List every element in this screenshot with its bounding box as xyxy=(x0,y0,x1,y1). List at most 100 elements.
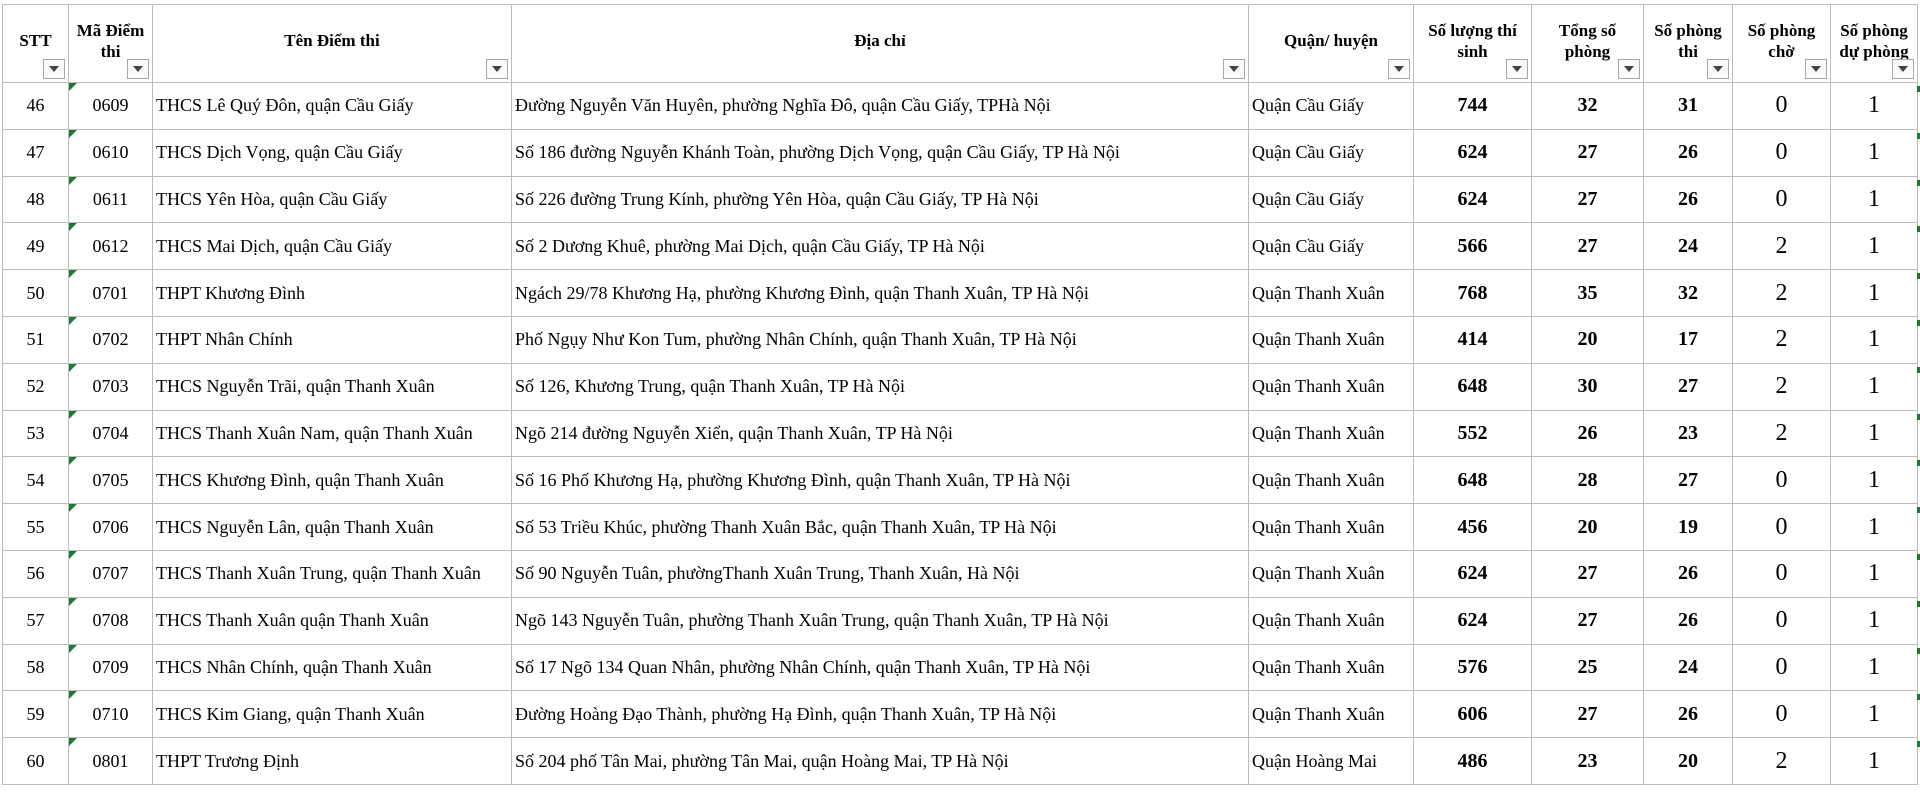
cell-so-phong-du-phong[interactable]: 1 xyxy=(1830,362,1918,411)
cell-quan-huyen[interactable]: Quận Thanh Xuân xyxy=(1248,503,1414,551)
filter-button[interactable] xyxy=(1388,59,1410,79)
cell-so-phong-thi[interactable]: 27 xyxy=(1643,362,1733,411)
cell-tong-so-phong[interactable]: 27 xyxy=(1531,222,1644,271)
cell-so-phong-du-phong[interactable]: 1 xyxy=(1830,503,1918,551)
cell-ma-diem-thi[interactable]: 0707 xyxy=(68,549,153,598)
cell-so-phong-du-phong[interactable]: 1 xyxy=(1830,409,1918,458)
cell-so-phong-du-phong[interactable]: 1 xyxy=(1830,128,1918,177)
cell-so-phong-thi[interactable]: 24 xyxy=(1643,643,1733,692)
cell-so-luong-thi-sinh[interactable]: 744 xyxy=(1413,82,1532,130)
cell-so-phong-cho[interactable]: 2 xyxy=(1732,737,1831,785)
cell-ten-diem-thi[interactable]: THCS Thanh Xuân Nam, quận Thanh Xuân xyxy=(152,409,512,458)
cell-dia-chi[interactable]: Số 204 phố Tân Mai, phường Tân Mai, quận… xyxy=(511,737,1249,785)
cell-so-phong-cho[interactable]: 0 xyxy=(1732,456,1831,505)
cell-dia-chi[interactable]: Ngõ 214 đường Nguyễn Xiển, quận Thanh Xu… xyxy=(511,409,1249,458)
cell-tong-so-phong[interactable]: 26 xyxy=(1531,409,1644,458)
cell-so-luong-thi-sinh[interactable]: 768 xyxy=(1413,269,1532,317)
cell-ten-diem-thi[interactable]: THCS Thanh Xuân quận Thanh Xuân xyxy=(152,596,512,645)
cell-dia-chi[interactable]: Số 126, Khương Trung, quận Thanh Xuân, T… xyxy=(511,362,1249,411)
cell-stt[interactable]: 60 xyxy=(2,737,69,785)
cell-ma-diem-thi[interactable]: 0701 xyxy=(68,269,153,317)
cell-so-phong-cho[interactable]: 2 xyxy=(1732,409,1831,458)
cell-dia-chi[interactable]: Số 2 Dương Khuê, phường Mai Dịch, quận C… xyxy=(511,222,1249,271)
cell-so-phong-thi[interactable]: 31 xyxy=(1643,82,1733,130)
cell-dia-chi[interactable]: Ngách 29/78 Khương Hạ, phường Khương Đìn… xyxy=(511,269,1249,317)
cell-stt[interactable]: 57 xyxy=(2,596,69,645)
cell-ten-diem-thi[interactable]: THCS Nguyễn Trãi, quận Thanh Xuân xyxy=(152,362,512,411)
cell-quan-huyen[interactable]: Quận Thanh Xuân xyxy=(1248,643,1414,692)
cell-so-phong-thi[interactable]: 26 xyxy=(1643,549,1733,598)
filter-button[interactable] xyxy=(1707,59,1729,79)
cell-tong-so-phong[interactable]: 23 xyxy=(1531,737,1644,785)
cell-quan-huyen[interactable]: Quận Thanh Xuân xyxy=(1248,269,1414,317)
cell-so-phong-du-phong[interactable]: 1 xyxy=(1830,269,1918,317)
cell-stt[interactable]: 56 xyxy=(2,549,69,598)
cell-ma-diem-thi[interactable]: 0709 xyxy=(68,643,153,692)
cell-so-phong-du-phong[interactable]: 1 xyxy=(1830,222,1918,271)
cell-ten-diem-thi[interactable]: THPT Trương Định xyxy=(152,737,512,785)
cell-so-phong-cho[interactable]: 2 xyxy=(1732,222,1831,271)
cell-so-phong-cho[interactable]: 0 xyxy=(1732,503,1831,551)
cell-dia-chi[interactable]: Đường Hoàng Đạo Thành, phường Hạ Đình, q… xyxy=(511,690,1249,739)
cell-so-phong-du-phong[interactable]: 1 xyxy=(1830,596,1918,645)
cell-tong-so-phong[interactable]: 25 xyxy=(1531,643,1644,692)
cell-quan-huyen[interactable]: Quận Thanh Xuân xyxy=(1248,596,1414,645)
cell-so-luong-thi-sinh[interactable]: 606 xyxy=(1413,690,1532,739)
cell-dia-chi[interactable]: Số 90 Nguyễn Tuân, phườngThanh Xuân Trun… xyxy=(511,549,1249,598)
cell-ma-diem-thi[interactable]: 0703 xyxy=(68,362,153,411)
cell-so-phong-cho[interactable]: 0 xyxy=(1732,82,1831,130)
cell-ma-diem-thi[interactable]: 0710 xyxy=(68,690,153,739)
cell-tong-so-phong[interactable]: 27 xyxy=(1531,596,1644,645)
cell-so-luong-thi-sinh[interactable]: 624 xyxy=(1413,596,1532,645)
cell-so-phong-thi[interactable]: 19 xyxy=(1643,503,1733,551)
cell-quan-huyen[interactable]: Quận Cầu Giấy xyxy=(1248,82,1414,130)
cell-ten-diem-thi[interactable]: THCS Yên Hòa, quận Cầu Giấy xyxy=(152,175,512,224)
cell-so-luong-thi-sinh[interactable]: 486 xyxy=(1413,737,1532,785)
cell-ma-diem-thi[interactable]: 0611 xyxy=(68,175,153,224)
cell-so-phong-cho[interactable]: 0 xyxy=(1732,643,1831,692)
cell-quan-huyen[interactable]: Quận Thanh Xuân xyxy=(1248,409,1414,458)
cell-so-phong-cho[interactable]: 0 xyxy=(1732,596,1831,645)
cell-stt[interactable]: 59 xyxy=(2,690,69,739)
cell-so-phong-cho[interactable]: 2 xyxy=(1732,315,1831,364)
cell-stt[interactable]: 55 xyxy=(2,503,69,551)
cell-so-phong-cho[interactable]: 0 xyxy=(1732,128,1831,177)
cell-stt[interactable]: 48 xyxy=(2,175,69,224)
cell-ten-diem-thi[interactable]: THCS Lê Quý Đôn, quận Cầu Giấy xyxy=(152,82,512,130)
cell-ten-diem-thi[interactable]: THPT Khương Đình xyxy=(152,269,512,317)
cell-stt[interactable]: 53 xyxy=(2,409,69,458)
cell-tong-so-phong[interactable]: 27 xyxy=(1531,690,1644,739)
cell-dia-chi[interactable]: Số 16 Phố Khương Hạ, phường Khương Đình,… xyxy=(511,456,1249,505)
cell-so-phong-cho[interactable]: 2 xyxy=(1732,362,1831,411)
cell-so-luong-thi-sinh[interactable]: 414 xyxy=(1413,315,1532,364)
filter-button[interactable] xyxy=(486,59,508,79)
cell-ten-diem-thi[interactable]: THPT Nhân Chính xyxy=(152,315,512,364)
cell-ma-diem-thi[interactable]: 0708 xyxy=(68,596,153,645)
cell-ma-diem-thi[interactable]: 0702 xyxy=(68,315,153,364)
cell-dia-chi[interactable]: Ngõ 143 Nguyễn Tuân, phường Thanh Xuân T… xyxy=(511,596,1249,645)
cell-tong-so-phong[interactable]: 35 xyxy=(1531,269,1644,317)
cell-ten-diem-thi[interactable]: THCS Kim Giang, quận Thanh Xuân xyxy=(152,690,512,739)
cell-ten-diem-thi[interactable]: THCS Nguyễn Lân, quận Thanh Xuân xyxy=(152,503,512,551)
cell-ma-diem-thi[interactable]: 0609 xyxy=(68,82,153,130)
filter-button[interactable] xyxy=(1892,59,1914,79)
cell-so-phong-thi[interactable]: 24 xyxy=(1643,222,1733,271)
cell-quan-huyen[interactable]: Quận Thanh Xuân xyxy=(1248,456,1414,505)
cell-quan-huyen[interactable]: Quận Cầu Giấy xyxy=(1248,175,1414,224)
cell-quan-huyen[interactable]: Quận Thanh Xuân xyxy=(1248,549,1414,598)
cell-so-luong-thi-sinh[interactable]: 552 xyxy=(1413,409,1532,458)
cell-ten-diem-thi[interactable]: THCS Khương Đình, quận Thanh Xuân xyxy=(152,456,512,505)
cell-so-phong-thi[interactable]: 26 xyxy=(1643,128,1733,177)
filter-button[interactable] xyxy=(1618,59,1640,79)
cell-so-phong-du-phong[interactable]: 1 xyxy=(1830,82,1918,130)
cell-so-phong-du-phong[interactable]: 1 xyxy=(1830,175,1918,224)
cell-so-phong-thi[interactable]: 17 xyxy=(1643,315,1733,364)
cell-tong-so-phong[interactable]: 27 xyxy=(1531,175,1644,224)
cell-ten-diem-thi[interactable]: THCS Thanh Xuân Trung, quận Thanh Xuân xyxy=(152,549,512,598)
cell-so-phong-thi[interactable]: 26 xyxy=(1643,175,1733,224)
cell-tong-so-phong[interactable]: 27 xyxy=(1531,549,1644,598)
filter-button[interactable] xyxy=(127,59,149,79)
filter-button[interactable] xyxy=(1805,59,1827,79)
cell-stt[interactable]: 52 xyxy=(2,362,69,411)
cell-ten-diem-thi[interactable]: THCS Nhân Chính, quận Thanh Xuân xyxy=(152,643,512,692)
